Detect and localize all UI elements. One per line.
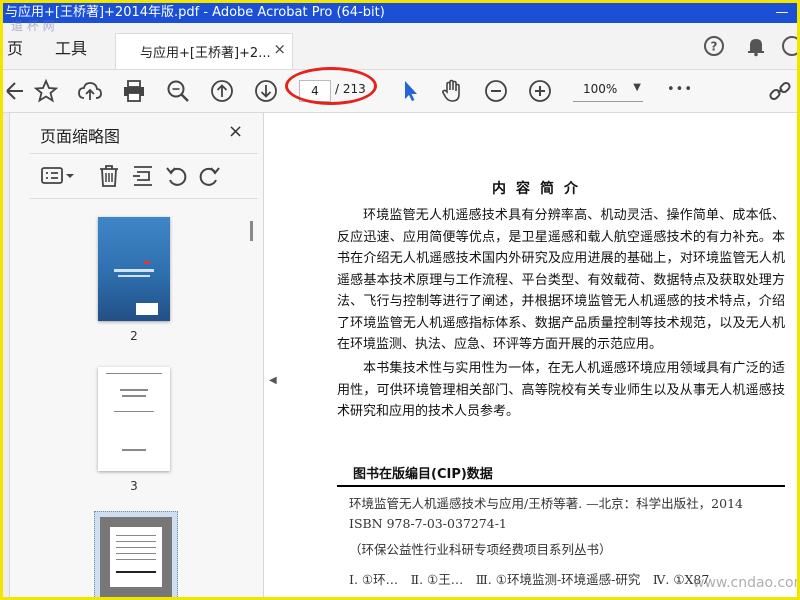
collapse-panel-icon[interactable]: ◀ <box>269 375 277 386</box>
previous-page-icon[interactable] <box>209 78 235 104</box>
thumbnail-label: 2 <box>130 329 138 343</box>
help-icon[interactable]: ? <box>703 35 725 57</box>
minimize-button[interactable]: — <box>769 3 795 23</box>
svg-text:?: ? <box>711 40 718 54</box>
cip-line-3: （环保公益性行业科研专项经费项目系列丛书） <box>349 542 612 557</box>
summary-paragraph-2: 本书集技术性与实用性为一体，在无人机遥感环境应用领域具有广泛的适用性，可供环境管… <box>337 361 785 419</box>
menu-home[interactable]: 页 <box>7 35 23 59</box>
share-link-icon[interactable] <box>767 78 793 104</box>
print-icon[interactable] <box>121 78 147 104</box>
scrollbar-thumb[interactable] <box>250 221 253 241</box>
page-number-highlight-annotation <box>285 67 377 105</box>
select-cursor-icon[interactable] <box>397 78 423 104</box>
navigation-pane-strip[interactable] <box>3 113 10 597</box>
notification-bell-icon[interactable] <box>745 35 767 57</box>
hand-tool-icon[interactable] <box>439 78 465 104</box>
thumbnail-options-icon[interactable] <box>40 163 76 189</box>
left-arrow-partial-icon[interactable] <box>3 78 29 104</box>
zoom-out-icon[interactable] <box>483 78 509 104</box>
cip-title: 图书在版编目(CIP)数据 <box>353 467 493 482</box>
summary-paragraph-1: 环境监管无人机遥感技术具有分辨率高、机动灵活、操作简单、成本低、反应迅速、应用简… <box>337 208 785 352</box>
app-window: 与应用+[王桥著]+2014年版.pdf - Adobe Acrobat Pro… <box>0 0 800 600</box>
zoom-value: 100% <box>583 82 618 96</box>
panel-title: 页面缩略图 <box>40 127 121 146</box>
thumbnail-label: 3 <box>130 479 138 493</box>
cip-divider <box>337 485 785 487</box>
account-icon[interactable] <box>781 35 797 57</box>
more-tools-icon[interactable]: ••• <box>667 82 693 97</box>
zoom-search-icon[interactable] <box>165 78 191 104</box>
title-bar: 与应用+[王桥著]+2014年版.pdf - Adobe Acrobat Pro… <box>3 3 797 23</box>
thumbnail-page-2[interactable] <box>98 217 170 321</box>
cip-line-4: Ⅰ. ①环… Ⅱ. ①王… Ⅲ. ①环境监测-环境遥感-研究 Ⅳ. ①X87 <box>349 572 710 587</box>
thumbnail-page-4-selected[interactable] <box>94 511 178 597</box>
rotate-clockwise-icon[interactable] <box>196 163 222 189</box>
site-watermark-top: 道 杯 网 <box>11 19 55 33</box>
thumbnail-toolbar <box>30 153 258 199</box>
thumbnail-scrollbar[interactable] <box>248 205 255 597</box>
chevron-down-icon: ▼ <box>633 82 641 93</box>
tab-label: 与应用+[王桥著]+2... <box>140 46 271 61</box>
zoom-in-icon[interactable] <box>527 78 553 104</box>
delete-page-icon[interactable] <box>96 163 122 189</box>
rotate-counterclockwise-icon[interactable] <box>164 163 190 189</box>
cloud-upload-icon[interactable] <box>77 78 103 104</box>
panel-close-icon[interactable]: × <box>228 121 243 142</box>
thumbnail-list: 2 3 <box>10 199 263 597</box>
page-thumbnails-panel: 页面缩略图 × 2 3 <box>10 113 264 597</box>
menu-tools[interactable]: 工具 <box>55 35 87 59</box>
tab-close-icon[interactable]: × <box>273 40 286 58</box>
menu-bar: 页 工具 与应用+[王桥著]+2... × ? <box>3 23 797 70</box>
thumbnail-page-3[interactable] <box>98 367 170 471</box>
cip-line-2: ISBN 978-7-03-037274-1 <box>349 516 507 531</box>
cip-line-1: 环境监管无人机遥感技术与应用/王桥等著. —北京：科学出版社，2014 <box>349 496 743 511</box>
site-watermark-bottom: www.cndao.com <box>693 575 800 591</box>
document-page: 内容简介 环境监管无人机遥感技术具有分辨率高、机动灵活、操作简单、成本低、反应迅… <box>283 113 797 597</box>
next-page-icon[interactable] <box>253 78 279 104</box>
bookmark-star-icon[interactable] <box>33 78 59 104</box>
zoom-dropdown[interactable]: 100% ▼ <box>573 79 643 102</box>
window-title: 与应用+[王桥著]+2014年版.pdf - Adobe Acrobat Pro… <box>5 5 385 20</box>
main-toolbar: 4 / 213 100% ▼ ••• <box>3 70 797 113</box>
insert-page-icon[interactable] <box>130 163 156 189</box>
document-heading: 内容简介 <box>492 181 588 197</box>
document-tab[interactable]: 与应用+[王桥著]+2... × <box>115 33 293 69</box>
